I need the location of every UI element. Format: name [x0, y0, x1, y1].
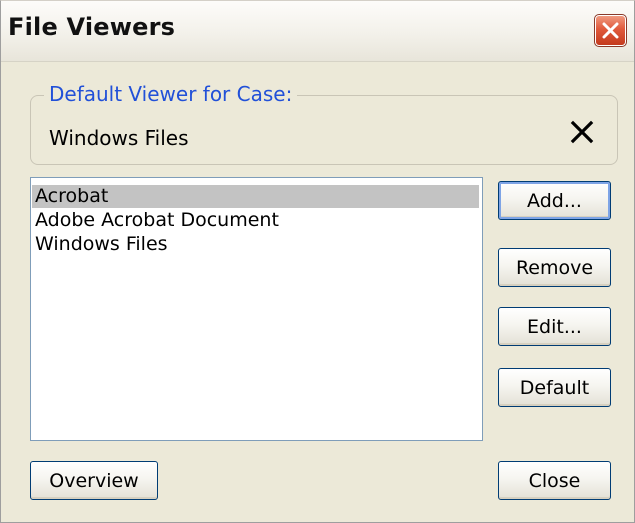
- default-viewer-legend: Default Viewer for Case:: [44, 82, 298, 106]
- add-button[interactable]: Add...: [498, 181, 611, 220]
- overview-button[interactable]: Overview: [30, 461, 158, 500]
- remove-button[interactable]: Remove: [498, 248, 611, 287]
- close-button[interactable]: Close: [498, 461, 611, 500]
- file-viewers-dialog: File Viewers Default Viewer for Case: Wi…: [0, 0, 635, 523]
- list-item[interactable]: Windows Files: [32, 233, 479, 256]
- list-item[interactable]: Acrobat: [32, 185, 479, 208]
- clear-x-icon: [570, 120, 594, 144]
- edit-button[interactable]: Edit...: [498, 307, 611, 346]
- list-item[interactable]: Adobe Acrobat Document: [32, 209, 479, 232]
- clear-default-viewer-button[interactable]: [569, 119, 595, 145]
- window-close-button[interactable]: [594, 14, 627, 47]
- default-viewer-value: Windows Files: [49, 126, 189, 150]
- title-bar[interactable]: File Viewers: [1, 1, 634, 62]
- close-icon: [602, 22, 619, 39]
- dialog-title: File Viewers: [8, 13, 176, 41]
- viewers-listbox[interactable]: Acrobat Adobe Acrobat Document Windows F…: [30, 177, 483, 441]
- default-button[interactable]: Default: [498, 368, 611, 407]
